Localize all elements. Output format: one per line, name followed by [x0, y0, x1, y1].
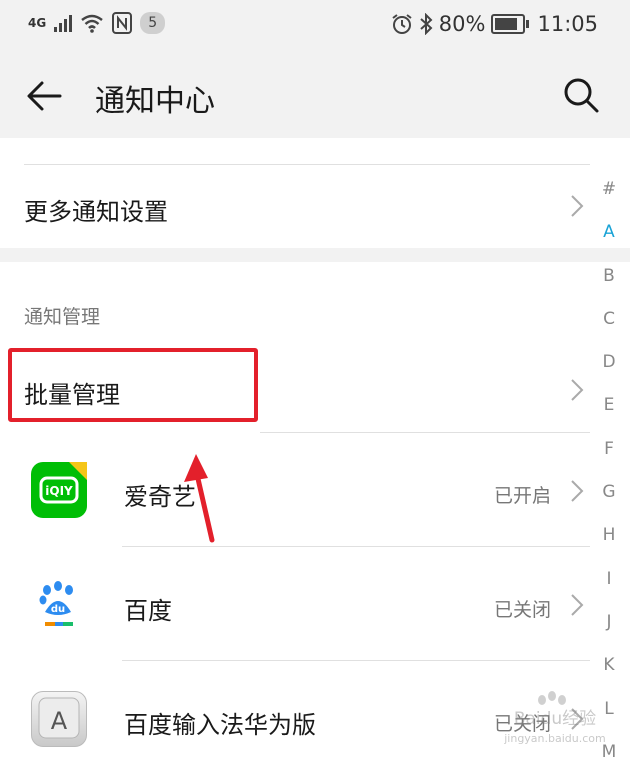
- notification-count-badge: 5: [140, 12, 166, 34]
- status-left: 4G 5: [28, 12, 166, 34]
- alphabet-index-letter[interactable]: G: [602, 471, 615, 514]
- app-status: 已开启: [494, 485, 552, 507]
- alphabet-index-letter[interactable]: D: [602, 341, 615, 384]
- chevron-right-icon: [571, 480, 584, 502]
- battery-percent: 80%: [438, 12, 486, 36]
- iqiyi-icon: iQIY: [31, 462, 87, 518]
- top-divider: [24, 164, 590, 165]
- alphabet-index-letter[interactable]: #: [602, 168, 616, 211]
- network-type: 4G: [28, 16, 47, 30]
- baidu-icon: du: [31, 576, 87, 632]
- alphabet-index-letter[interactable]: A: [603, 211, 615, 254]
- wifi-icon: [81, 14, 103, 33]
- watermark-text: Baidu经验: [514, 709, 596, 729]
- app-row-baidu[interactable]: du 百度 已关闭: [0, 547, 590, 661]
- watermark-url: jingyan.baidu.com: [503, 732, 606, 745]
- svg-text:A: A: [51, 707, 68, 735]
- alphabet-index[interactable]: # A B C D E F G H I J K L M: [594, 168, 624, 774]
- signal-icon: [54, 14, 73, 32]
- bluetooth-icon: [420, 13, 433, 35]
- chevron-right-icon: [571, 594, 584, 616]
- alphabet-index-letter[interactable]: J: [606, 601, 611, 644]
- clock: 11:05: [537, 12, 598, 36]
- alarm-icon: [392, 14, 412, 34]
- red-arrow-annotation: [184, 454, 215, 543]
- svg-text:iQIY: iQIY: [45, 484, 73, 498]
- baidu-input-icon: A: [31, 691, 87, 747]
- battery-icon: [491, 14, 530, 34]
- alphabet-index-letter[interactable]: F: [604, 428, 614, 471]
- section-subtitle: 通知管理: [24, 306, 101, 328]
- alphabet-index-letter[interactable]: I: [606, 558, 611, 601]
- app-name: 百度输入法华为版: [124, 711, 316, 739]
- alphabet-index-letter[interactable]: K: [603, 644, 614, 687]
- chevron-right-icon: [571, 379, 584, 401]
- back-arrow-icon[interactable]: [24, 76, 64, 116]
- alphabet-index-letter[interactable]: C: [603, 298, 615, 341]
- alphabet-index-letter[interactable]: H: [603, 514, 616, 557]
- alphabet-index-letter[interactable]: B: [603, 255, 615, 298]
- status-bar: 4G 5 80% 11:05: [0, 0, 630, 52]
- app-row-iqiyi[interactable]: iQIY 爱奇艺 已开启: [0, 433, 590, 547]
- baidu-jingyan-watermark: Baidu经验 jingyan.baidu.com: [490, 690, 620, 750]
- section-separator: [0, 248, 630, 262]
- page-title: 通知中心: [95, 84, 215, 119]
- status-right: 80% 11:05: [391, 12, 598, 36]
- search-icon[interactable]: [560, 74, 602, 116]
- svg-text:du: du: [51, 604, 65, 615]
- more-notification-settings-label: 更多通知设置: [24, 198, 168, 226]
- nfc-icon: [112, 12, 133, 34]
- highlight-box: [8, 348, 258, 422]
- app-bar: 通知中心: [0, 52, 630, 138]
- app-status: 已关闭: [494, 599, 552, 621]
- chevron-right-icon: [571, 195, 584, 217]
- app-name: 百度: [124, 597, 172, 625]
- more-notification-settings-row[interactable]: 更多通知设置: [0, 166, 590, 248]
- alphabet-index-letter[interactable]: E: [604, 384, 615, 427]
